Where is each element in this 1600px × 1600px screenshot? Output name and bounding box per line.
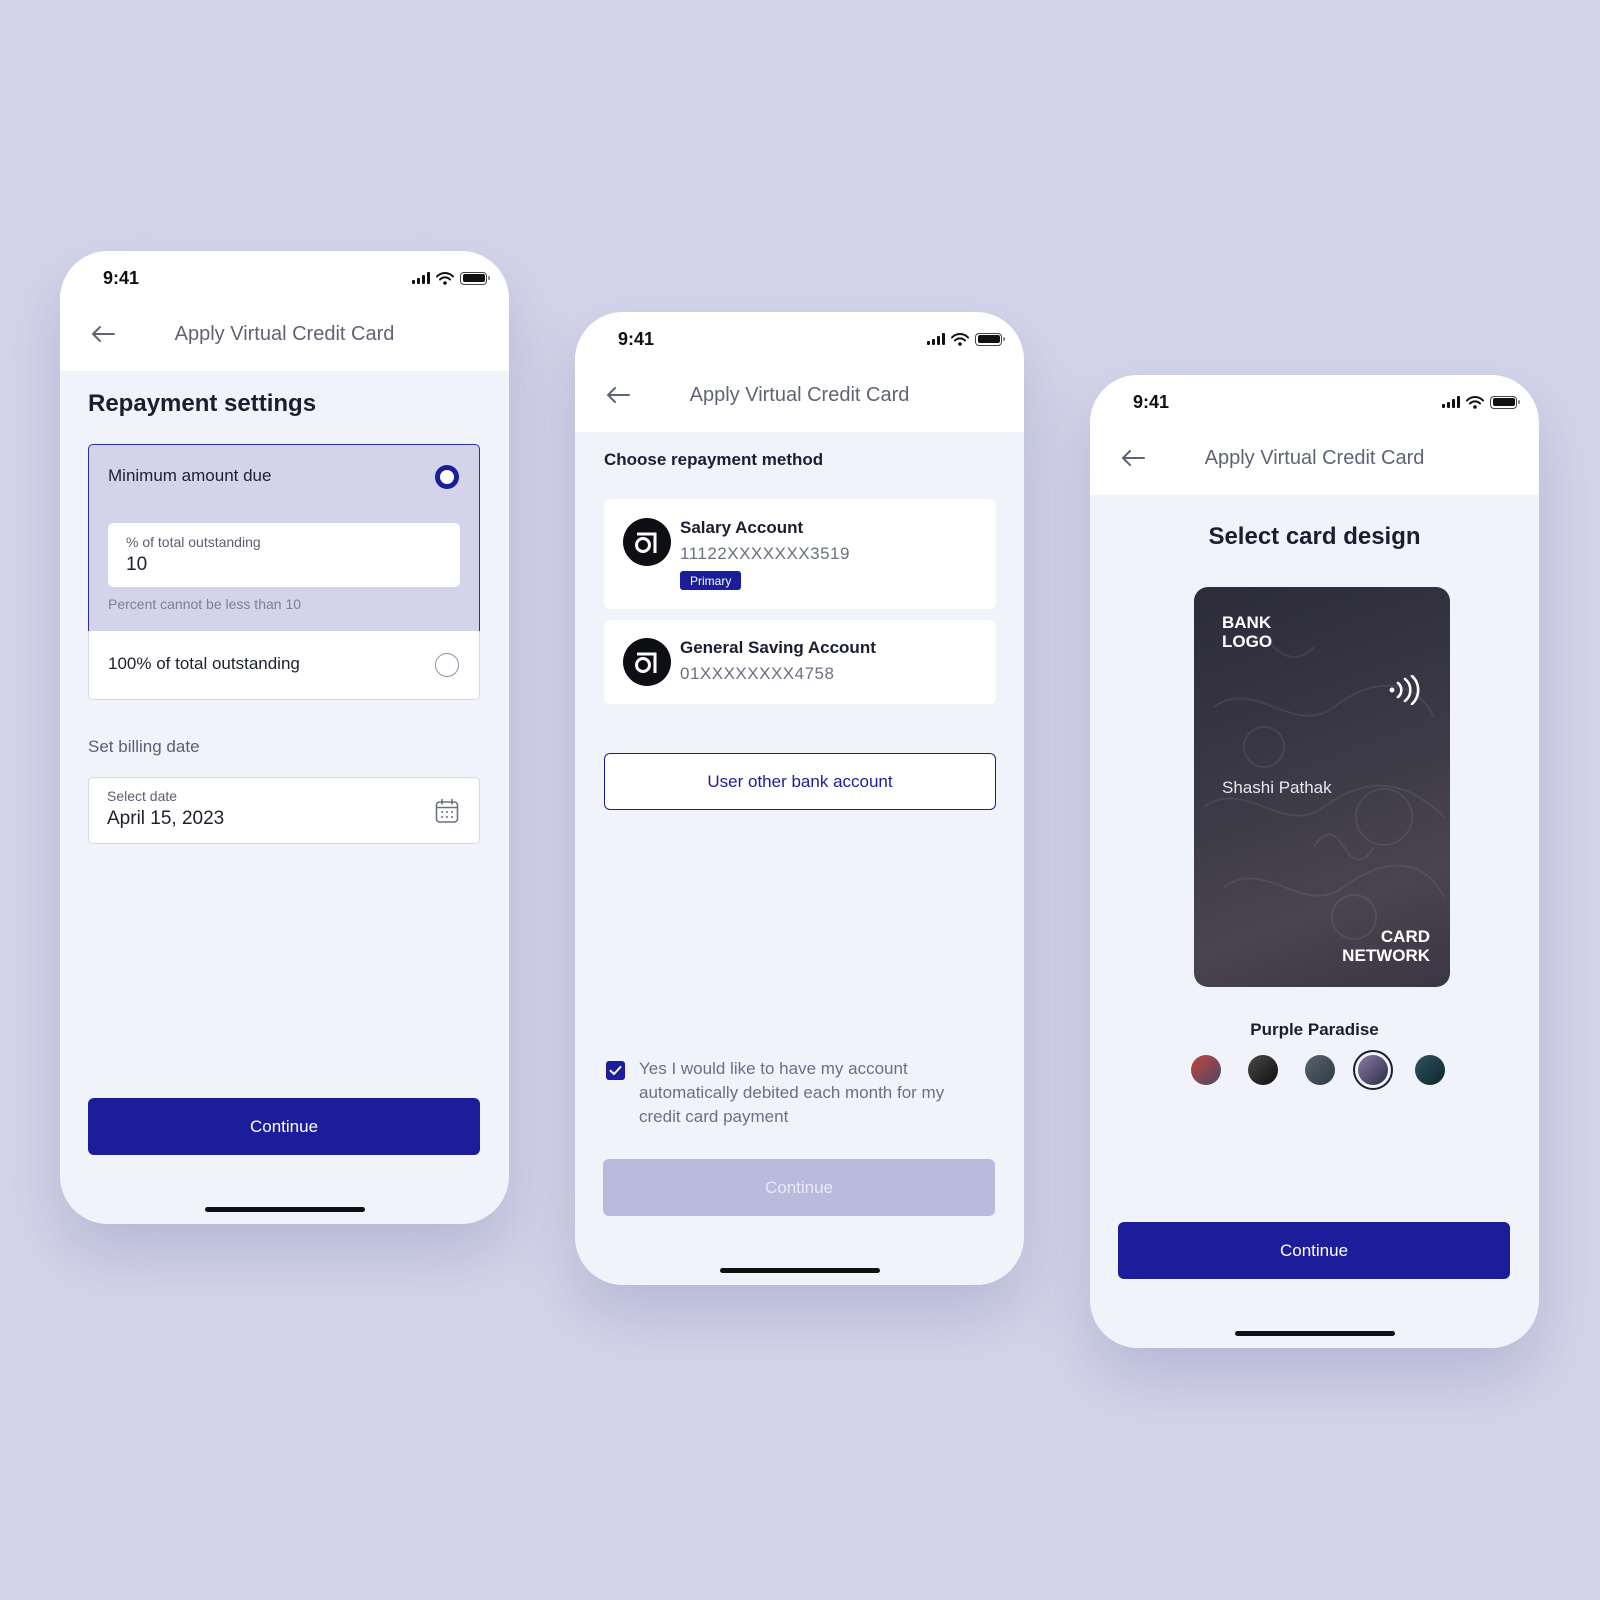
swatch-4[interactable]: [1358, 1055, 1388, 1085]
billing-label: Set billing date: [88, 737, 200, 756]
repayment-method-screen: 9:41 Apply Virtual Credit Card Choose re…: [575, 312, 1024, 1285]
card-holder-name: Shashi Pathak: [1222, 778, 1332, 797]
nav-title: Apply Virtual Credit Card: [174, 323, 395, 345]
percent-input[interactable]: % of total outstanding 10: [108, 523, 460, 587]
continue-button[interactable]: Continue: [88, 1098, 480, 1155]
repayment-settings-screen: 9:41 Apply Virtual Credit Card Repayment…: [60, 251, 509, 1224]
field-caption: Select date: [107, 788, 178, 804]
swatch-2[interactable]: [1248, 1055, 1278, 1085]
account-number: 11122XXXXXXX3519: [680, 544, 850, 563]
billing-date-field[interactable]: Select date April 15, 2023: [88, 777, 480, 844]
home-indicator: [719, 1268, 880, 1273]
field-value: 10: [126, 554, 148, 575]
cellular-signal-icon: [412, 272, 430, 284]
design-name: Purple Paradise: [1250, 1020, 1379, 1039]
battery-icon: [1490, 395, 1520, 409]
header-bar: 9:41 Apply Virtual Credit Card: [60, 251, 509, 371]
checkmark-icon: [609, 1066, 622, 1075]
option-label: 100% of total outstanding: [108, 654, 300, 673]
bank-logo-icon: [623, 638, 671, 686]
swatch-1[interactable]: [1191, 1055, 1221, 1085]
status-time: 9:41: [1133, 392, 1170, 412]
autodebit-checkbox[interactable]: [606, 1061, 625, 1080]
section-title: Choose repayment method: [604, 450, 824, 469]
option-full-outstanding[interactable]: 100% of total outstanding: [88, 631, 480, 700]
credit-card-preview: BANK LOGO Shashi Pathak CARD NETWORK: [1194, 587, 1450, 987]
radio-unselected[interactable]: [435, 653, 459, 677]
field-value: April 15, 2023: [107, 808, 225, 829]
helper-text: Percent cannot be less than 10: [108, 596, 302, 612]
wifi-icon: [1466, 395, 1484, 409]
primary-badge: Primary: [680, 571, 742, 590]
option-minimum-amount[interactable]: Minimum amount due % of total outstandin…: [88, 444, 480, 632]
nav-title: Apply Virtual Credit Card: [689, 384, 910, 406]
header-bar: 9:41 Apply Virtual Credit Card: [1090, 375, 1539, 495]
status-icons: [412, 271, 490, 285]
status-time: 9:41: [618, 329, 655, 349]
card-network-logo: CARD NETWORK: [1342, 927, 1430, 965]
account-number: 01XXXXXXXX4758: [680, 664, 835, 683]
option-label: Minimum amount due: [108, 466, 272, 485]
cellular-signal-icon: [1442, 396, 1460, 408]
nav-title: Apply Virtual Credit Card: [1204, 447, 1425, 469]
account-name: General Saving Account: [680, 638, 876, 657]
wifi-icon: [951, 332, 969, 346]
card-bank-logo: BANK LOGO: [1222, 613, 1273, 651]
autodebit-label: Yes I would like to have my account auto…: [639, 1059, 945, 1126]
bank-logo-icon: [623, 518, 671, 566]
wifi-icon: [436, 271, 454, 285]
account-card-saving[interactable]: General Saving Account 01XXXXXXXX4758: [604, 620, 996, 704]
home-indicator: [204, 1207, 365, 1212]
calendar-icon[interactable]: [435, 798, 459, 824]
status-icons: [1442, 395, 1520, 409]
field-caption: % of total outstanding: [126, 534, 261, 550]
home-indicator: [1234, 1331, 1395, 1336]
status-icons: [927, 332, 1005, 346]
other-bank-account-button[interactable]: User other bank account: [604, 753, 996, 810]
header-bar: 9:41 Apply Virtual Credit Card: [575, 312, 1024, 432]
battery-icon: [975, 332, 1005, 346]
page-title: Repayment settings: [88, 390, 317, 417]
swatch-5[interactable]: [1415, 1055, 1445, 1085]
page-title: Select card design: [1208, 523, 1421, 550]
card-design-screen: 9:41 Apply Virtual Credit Card Select ca…: [1090, 375, 1539, 1348]
account-name: Salary Account: [680, 518, 804, 537]
cellular-signal-icon: [927, 333, 945, 345]
account-card-salary[interactable]: Salary Account 11122XXXXXXX3519 Primary: [604, 499, 996, 609]
continue-button[interactable]: Continue: [603, 1159, 995, 1216]
battery-icon: [460, 271, 490, 285]
radio-selected[interactable]: [435, 465, 459, 489]
continue-button[interactable]: Continue: [1118, 1222, 1510, 1279]
contactless-icon: [1389, 675, 1420, 705]
status-time: 9:41: [103, 268, 140, 288]
swatch-3[interactable]: [1305, 1055, 1335, 1085]
